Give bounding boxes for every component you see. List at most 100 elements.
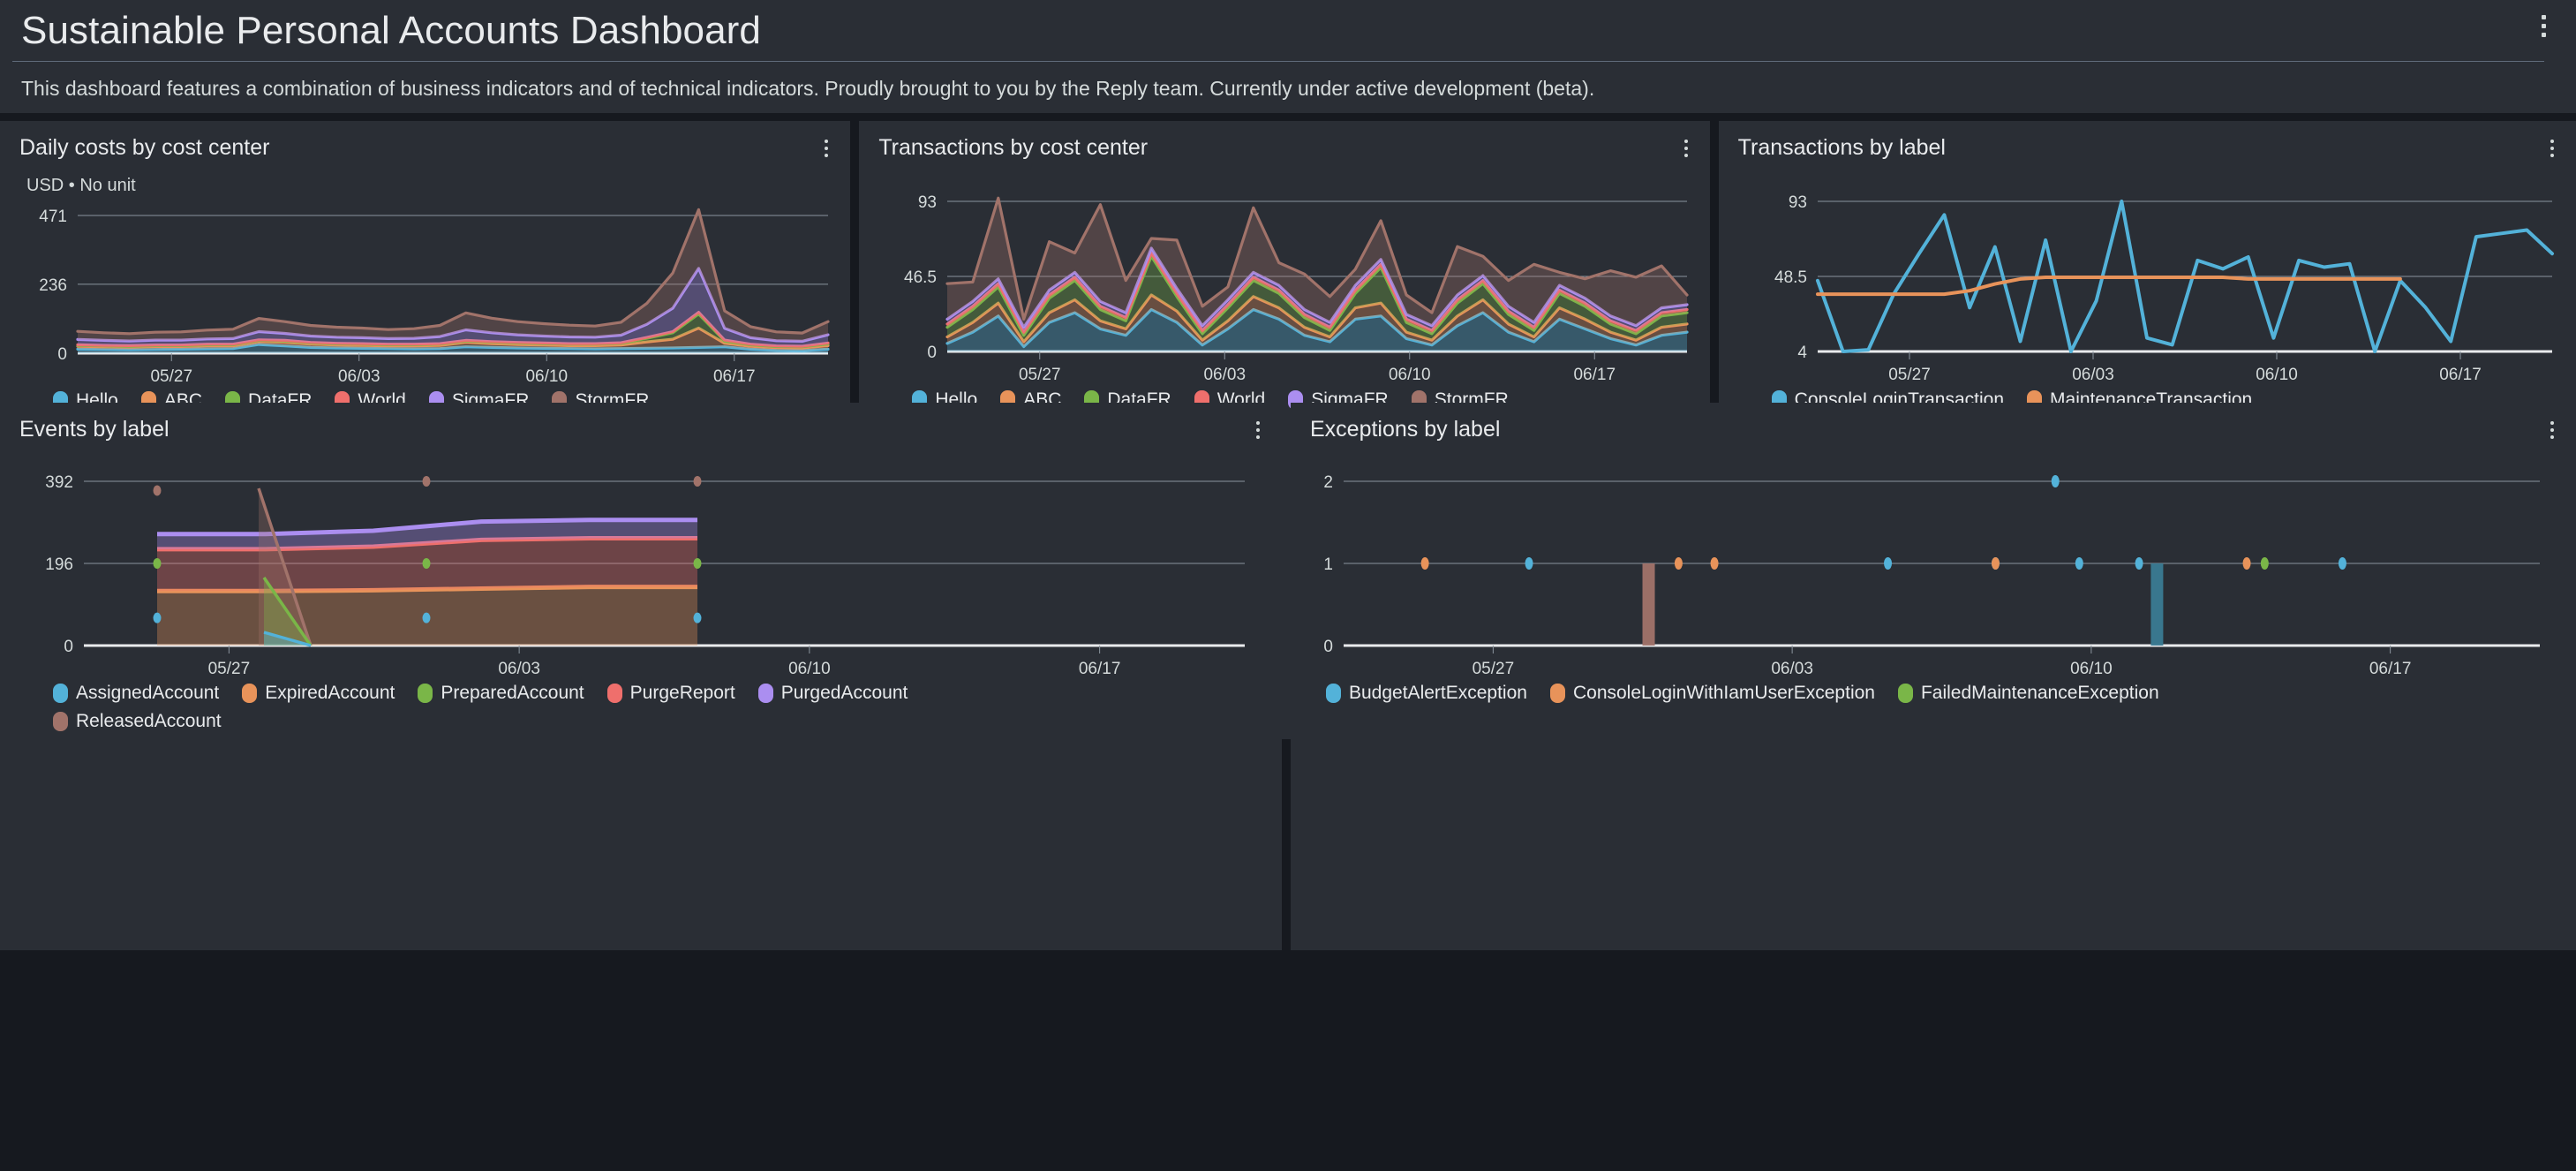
- panel-title: Daily costs by cost center: [0, 121, 850, 161]
- panel-row-top: Daily costs by cost center USD • No unit…: [0, 121, 2576, 395]
- svg-text:93: 93: [1789, 193, 1807, 212]
- kebab-dot: [825, 154, 828, 157]
- svg-text:0: 0: [57, 345, 67, 364]
- svg-text:0: 0: [1323, 638, 1333, 656]
- kebab-dot: [2542, 33, 2546, 37]
- legend-item[interactable]: ReleasedAccount: [53, 711, 222, 732]
- kebab-dot: [2542, 15, 2546, 19]
- svg-text:05/27: 05/27: [1888, 366, 1931, 384]
- legend-label: PurgeReport: [630, 683, 735, 704]
- legend-swatch-icon: [1326, 684, 1341, 703]
- legend-swatch-icon: [758, 684, 773, 703]
- chart-exceptions-label[interactable]: 0 1 2 05/27 06/03 06/10 06/17: [1291, 462, 2576, 683]
- legend-item[interactable]: PurgeReport: [607, 683, 735, 704]
- svg-text:06/10: 06/10: [788, 660, 831, 678]
- svg-text:4: 4: [1797, 344, 1807, 362]
- legend-swatch-icon: [418, 684, 433, 703]
- legend-exceptions-label: BudgetAlertException ConsoleLoginWithIamU…: [1291, 683, 2576, 704]
- kebab-menu-icon[interactable]: [1675, 133, 1698, 163]
- svg-text:06/17: 06/17: [1574, 366, 1616, 384]
- kebab-dot: [2550, 435, 2554, 439]
- kebab-dot: [1684, 147, 1688, 150]
- svg-text:48.5: 48.5: [1774, 268, 1807, 287]
- unit-label: USD • No unit: [0, 161, 850, 196]
- legend-label: FailedMaintenanceException: [1921, 683, 2159, 704]
- panel-exceptions-label: Exceptions by label 0 1 2 05/27 06/03 06/10 06…: [1291, 403, 2576, 950]
- kebab-dot: [2542, 24, 2546, 28]
- legend-label: BudgetAlertException: [1349, 683, 1527, 704]
- svg-text:93: 93: [918, 193, 937, 212]
- svg-text:0: 0: [928, 344, 938, 362]
- kebab-dot: [2550, 421, 2554, 425]
- kebab-dot: [2550, 154, 2554, 157]
- kebab-menu-icon[interactable]: [2541, 415, 2564, 445]
- kebab-dot: [825, 147, 828, 150]
- svg-text:2: 2: [1323, 473, 1333, 492]
- legend-label: ReleasedAccount: [76, 711, 222, 732]
- svg-text:05/27: 05/27: [1019, 366, 1061, 384]
- svg-text:06/17: 06/17: [2369, 660, 2412, 678]
- legend-item[interactable]: AssignedAccount: [53, 683, 219, 704]
- kebab-dot: [2550, 140, 2554, 143]
- legend-item[interactable]: BudgetAlertException: [1326, 683, 1527, 704]
- kebab-menu-icon[interactable]: [1247, 415, 1269, 445]
- legend-item[interactable]: PreparedAccount: [418, 683, 584, 704]
- svg-text:0: 0: [64, 638, 73, 656]
- kebab-menu-icon[interactable]: [2541, 133, 2564, 163]
- kebab-dot: [2550, 428, 2554, 432]
- svg-text:471: 471: [39, 208, 67, 226]
- svg-text:06/10: 06/10: [525, 367, 568, 386]
- svg-text:06/10: 06/10: [2256, 366, 2298, 384]
- svg-text:06/10: 06/10: [2070, 660, 2113, 678]
- kebab-menu-icon[interactable]: [2530, 9, 2557, 42]
- svg-text:46.5: 46.5: [904, 268, 937, 287]
- legend-item[interactable]: ConsoleLoginWithIamUserException: [1550, 683, 1875, 704]
- legend-swatch-icon: [607, 684, 622, 703]
- kebab-dot: [1256, 428, 1260, 432]
- legend-item[interactable]: PurgedAccount: [758, 683, 908, 704]
- svg-text:1: 1: [1323, 555, 1333, 574]
- chart-transactions-label[interactable]: 4 48.5 93 05/27 06/03 06/10 06/17: [1719, 182, 2576, 389]
- svg-text:06/17: 06/17: [1079, 660, 1121, 678]
- svg-text:06/03: 06/03: [338, 367, 380, 386]
- svg-text:05/27: 05/27: [150, 367, 192, 386]
- page-title: Sustainable Personal Accounts Dashboard: [21, 9, 2555, 61]
- kebab-dot: [1256, 421, 1260, 425]
- svg-text:06/03: 06/03: [498, 660, 540, 678]
- svg-text:06/03: 06/03: [2072, 366, 2114, 384]
- panel-title: Exceptions by label: [1291, 403, 2576, 442]
- panel-title: Transactions by label: [1719, 121, 2576, 161]
- chart-daily-costs[interactable]: 023647105/2706/0306/1006/17: [0, 196, 850, 390]
- svg-text:06/17: 06/17: [2439, 366, 2482, 384]
- svg-text:196: 196: [45, 555, 73, 574]
- legend-label: ExpiredAccount: [265, 683, 395, 704]
- chart-transactions-cost-center[interactable]: 0 46.5 93 05/27 06/03 06/10 06/17: [859, 182, 1709, 389]
- legend-item[interactable]: FailedMaintenanceException: [1898, 683, 2159, 704]
- svg-text:392: 392: [45, 473, 73, 492]
- kebab-dot: [1684, 140, 1688, 143]
- svg-text:05/27: 05/27: [208, 660, 251, 678]
- dashboard-header: Sustainable Personal Accounts Dashboard …: [0, 0, 2576, 113]
- kebab-dot: [825, 140, 828, 143]
- svg-text:06/17: 06/17: [713, 367, 756, 386]
- chart-events-label[interactable]: 0 196 392 05/27 06/03 06/10 06/17: [0, 462, 1282, 683]
- legend-swatch-icon: [242, 684, 257, 703]
- panel-title: Transactions by cost center: [859, 121, 1709, 161]
- legend-label: ConsoleLoginWithIamUserException: [1573, 683, 1875, 704]
- svg-text:05/27: 05/27: [1473, 660, 1515, 678]
- legend-item[interactable]: ExpiredAccount: [242, 683, 395, 704]
- kebab-dot: [2550, 147, 2554, 150]
- legend-swatch-icon: [1550, 684, 1565, 703]
- panel-title: Events by label: [0, 403, 1282, 442]
- legend-swatch-icon: [1898, 684, 1913, 703]
- kebab-menu-icon[interactable]: [815, 133, 838, 163]
- svg-text:06/03: 06/03: [1204, 366, 1247, 384]
- svg-text:06/03: 06/03: [1771, 660, 1813, 678]
- kebab-dot: [1684, 154, 1688, 157]
- legend-label: PurgedAccount: [781, 683, 908, 704]
- kebab-dot: [1256, 435, 1260, 439]
- svg-text:06/10: 06/10: [1389, 366, 1431, 384]
- legend-label: AssignedAccount: [76, 683, 219, 704]
- legend-events-label: AssignedAccount ExpiredAccount PreparedAcc…: [0, 683, 971, 732]
- panel-events-label: Events by label 0 196 392 05/27 06/03 06/10 06…: [0, 403, 1282, 950]
